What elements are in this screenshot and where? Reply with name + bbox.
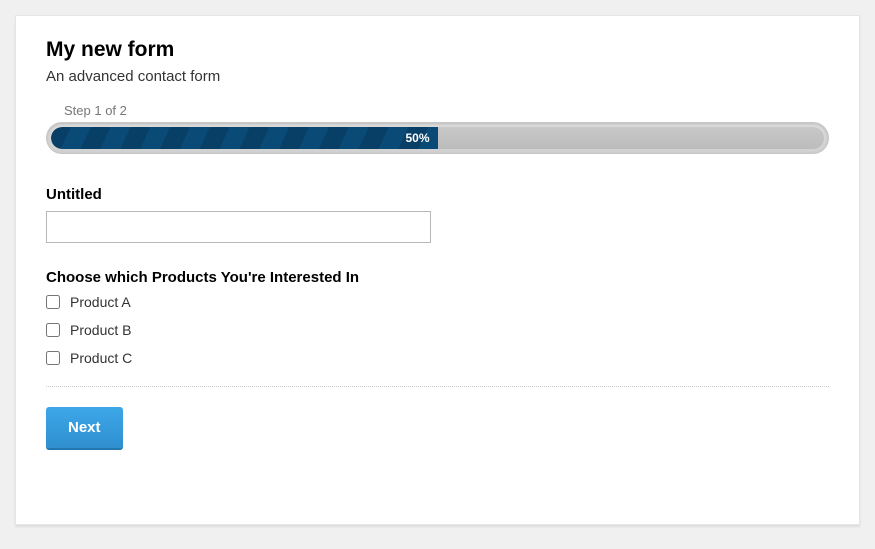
form-title: My new form <box>46 38 829 62</box>
next-button[interactable]: Next <box>46 407 123 448</box>
checkbox-product-c[interactable] <box>46 351 60 365</box>
form-subtitle: An advanced contact form <box>46 68 829 85</box>
progress-percent-text: 50% <box>405 131 429 145</box>
checkbox-label-product-a[interactable]: Product A <box>70 294 131 310</box>
checkbox-row-product-c: Product C <box>46 350 829 366</box>
progress-step-label: Step 1 of 2 <box>64 103 829 118</box>
checkbox-row-product-a: Product A <box>46 294 829 310</box>
products-field-label: Choose which Products You're Interested … <box>46 269 829 286</box>
untitled-input[interactable] <box>46 211 431 243</box>
progress-bar: 50% <box>51 127 438 149</box>
checkbox-row-product-b: Product B <box>46 322 829 338</box>
progress-track: 50% <box>51 127 824 149</box>
form-container: My new form An advanced contact form Ste… <box>15 15 860 525</box>
checkbox-product-a[interactable] <box>46 295 60 309</box>
checkbox-label-product-c[interactable]: Product C <box>70 350 132 366</box>
checkbox-label-product-b[interactable]: Product B <box>70 322 131 338</box>
untitled-field-label: Untitled <box>46 186 829 203</box>
progress-outer: 50% <box>46 122 829 154</box>
products-checkbox-group: Product A Product B Product C <box>46 294 829 387</box>
checkbox-product-b[interactable] <box>46 323 60 337</box>
